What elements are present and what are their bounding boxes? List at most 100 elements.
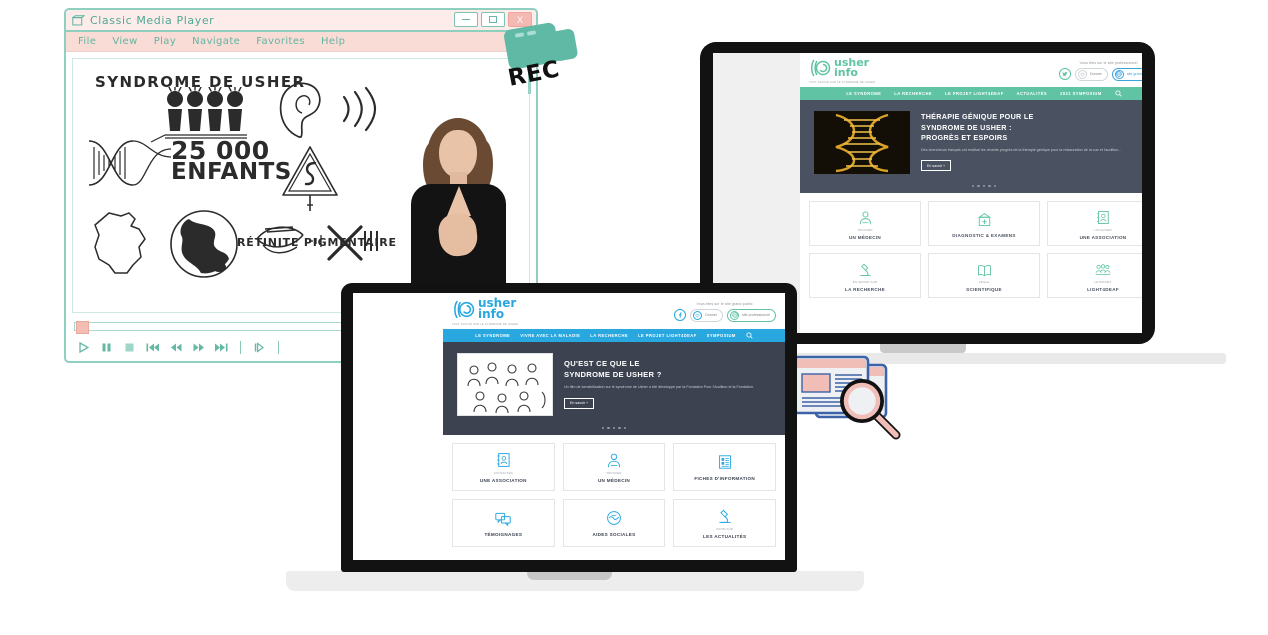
tablet-nav-bar: LE SYNDROME LA RECHERCHE LE PROJET LIGHT… — [800, 86, 1142, 100]
tablet-hero-title-line2: SYNDROME DE USHER : — [921, 122, 1012, 132]
tablet-hero-body: Des chercheurs français ont restitué les… — [921, 148, 1122, 153]
carousel-dot[interactable] — [612, 426, 616, 430]
facebook-icon — [673, 309, 686, 322]
player-controls — [76, 341, 282, 354]
laptop-nav-la-recherche[interactable]: LA RECHERCHE — [590, 333, 628, 338]
card-veille-scientifique[interactable]: VEILLE SCIENTIFIQUE — [928, 253, 1040, 299]
stop-button[interactable] — [122, 341, 137, 354]
facebook-button[interactable] — [673, 308, 687, 322]
carousel-dot[interactable] — [977, 184, 980, 188]
carousel-dot[interactable] — [607, 426, 610, 430]
laptop-screen: usher info TOUT SAVOIR SUR LE SYNDROME D… — [353, 293, 785, 560]
frame-step-button[interactable] — [252, 341, 267, 354]
tablet-nav-actualites[interactable]: ACTUALITÉS — [1017, 91, 1047, 96]
rewind-icon — [170, 343, 181, 352]
tablet-site-header: usher info TOUT SAVOIR SUR LE SYNDROME D… — [800, 53, 1142, 87]
card-trouver-un-medecin[interactable]: TROUVER UN MÉDECIN — [562, 443, 666, 492]
laptop-hero-text: QU'EST CE QUE LE SYNDROME DE USHER ? Un … — [564, 359, 771, 409]
twitter-button[interactable] — [1058, 67, 1072, 81]
carousel-dot[interactable] — [988, 184, 991, 188]
laptop-nav-vivre-avec-la-maladie[interactable]: VIVRE AVEC LA MALADIE — [520, 333, 580, 338]
globe-icon — [1114, 69, 1124, 79]
tablet-nav-la-recherche[interactable]: LA RECHERCHE — [894, 91, 932, 96]
tablet-logo[interactable]: usher info TOUT SAVOIR SUR LE SYNDROME D… — [809, 57, 876, 84]
donate-button[interactable]: Donner — [690, 308, 724, 322]
controls-divider — [240, 341, 241, 354]
menu-favorites[interactable]: Favorites — [256, 36, 305, 47]
laptop-nav-le-syndrome[interactable]: LE SYNDROME — [475, 333, 510, 338]
seek-thumb[interactable] — [76, 321, 89, 334]
video-canvas[interactable]: SYNDROME DE USHER 25 000 ENFANTS RÉTINIT… — [72, 58, 530, 313]
menu-navigate[interactable]: Navigate — [192, 36, 240, 47]
card-contacter-une-association[interactable]: CONTACTER UNE ASSOCIATION — [452, 443, 555, 492]
donate-button[interactable]: Donner — [1075, 67, 1108, 81]
tablet-card-grid: TROUVER UN MÉDECIN DIAGNOSTIC & EXAMENS — [800, 193, 1142, 306]
card-localiser-une-association[interactable]: LOCALISER UNE ASSOCIATION — [1047, 201, 1142, 247]
pause-button[interactable] — [99, 341, 114, 354]
carousel-dot[interactable] — [618, 426, 621, 430]
carousel-dot[interactable] — [971, 184, 975, 188]
whiteboard-stat: 25 000 ENFANTS — [171, 138, 292, 184]
laptop-header-pills: Donner site professionnel — [673, 308, 776, 322]
laptop-logo[interactable]: usher info TOUT SAVOIR SUR LE SYNDROME D… — [452, 297, 519, 326]
carousel-dot[interactable] — [601, 426, 605, 430]
menu-play[interactable]: Play — [154, 36, 176, 47]
carousel-dot[interactable] — [982, 184, 986, 188]
card-la-recherche[interactable]: EN SAVOIR SUR LA RECHERCHE — [809, 253, 921, 299]
pro-site-button[interactable]: site professionnel — [727, 308, 776, 322]
laptop-hero-button[interactable]: En savoir + — [564, 397, 595, 409]
search-icon[interactable] — [746, 331, 753, 339]
tablet-header-note: Vous êtes sur le site professionnel — [1079, 60, 1138, 65]
doctor-icon — [606, 451, 622, 468]
card-diagnostic-examens[interactable]: DIAGNOSTIC & EXAMENS — [928, 201, 1040, 247]
tablet-hero-image — [814, 110, 910, 174]
open-book-icon — [977, 260, 992, 277]
play-button[interactable] — [76, 341, 91, 354]
tablet-nav-light4deaf[interactable]: LE PROJET LIGHT4DEAF — [945, 91, 1004, 96]
tablet-logo-subtitle: TOUT SAVOIR SUR LE SYNDROME DE USHER — [809, 80, 876, 84]
carousel-dot[interactable] — [993, 184, 997, 188]
sound-waves-icon — [342, 86, 377, 132]
carousel-dot[interactable] — [623, 426, 627, 430]
ear-spiral-logo-icon — [811, 59, 831, 77]
public-site-button[interactable]: site grand public — [1111, 67, 1142, 81]
laptop-logo-subtitle: TOUT SAVOIR SUR LE SYNDROME DE USHER — [452, 322, 519, 326]
card-label: LIGHT4DEAF — [1087, 286, 1119, 292]
card-pre: LE PROJET — [1094, 279, 1112, 284]
people-icon — [1095, 260, 1111, 277]
search-icon[interactable] — [1115, 90, 1122, 97]
twitter-icon — [1058, 68, 1071, 81]
minimize-button[interactable] — [454, 12, 478, 27]
card-trouver-un-medecin[interactable]: TROUVER UN MÉDECIN — [809, 201, 921, 247]
laptop-logo-line2: info — [478, 307, 505, 322]
menu-file[interactable]: File — [78, 36, 96, 47]
forward-button[interactable] — [191, 341, 206, 354]
card-temoignages[interactable]: TÉMOIGNAGES — [452, 499, 555, 548]
card-label: SCIENTIFIQUE — [966, 286, 1002, 292]
card-label: UNE ASSOCIATION — [1079, 234, 1127, 240]
card-aides-sociales[interactable]: AIDES SOCIALES — [562, 499, 666, 548]
screenshot-root: Classic Media Player X File View Play Na… — [0, 0, 1268, 635]
card-le-projet-light4deaf[interactable]: LE PROJET LIGHT4DEAF — [1047, 253, 1142, 299]
card-fiches-information[interactable]: FICHES D'INFORMATION — [673, 443, 776, 492]
skip-back-icon — [146, 343, 159, 352]
previous-button[interactable] — [145, 341, 160, 354]
next-button[interactable] — [214, 341, 229, 354]
laptop-nav-light4deaf[interactable]: LE PROJET LIGHT4DEAF — [638, 333, 697, 338]
rewind-button[interactable] — [168, 341, 183, 354]
heart-icon — [693, 310, 703, 320]
tablet-nav-symposium[interactable]: 2021 SYMPOSIUM — [1060, 91, 1102, 96]
card-label: FICHES D'INFORMATION — [694, 476, 755, 482]
card-pre: EN SAVOIR SUR — [852, 279, 878, 284]
laptop-nav-symposium[interactable]: SYMPOSIUM — [707, 333, 736, 338]
ear-icon — [279, 82, 321, 138]
menu-help[interactable]: Help — [321, 36, 345, 47]
menu-view[interactable]: View — [112, 36, 137, 47]
tablet-hero-button[interactable]: En savoir + — [921, 160, 952, 172]
card-pre: TROUVER — [857, 227, 873, 232]
laptop-carousel-dots — [443, 426, 785, 436]
frame-step-icon — [254, 342, 265, 353]
card-pre: LOCALISER — [1094, 227, 1112, 232]
card-les-actualites[interactable]: ZOOM SUR LES ACTUALITÉS — [673, 499, 776, 548]
tablet-nav-le-syndrome[interactable]: LE SYNDROME — [846, 91, 881, 96]
